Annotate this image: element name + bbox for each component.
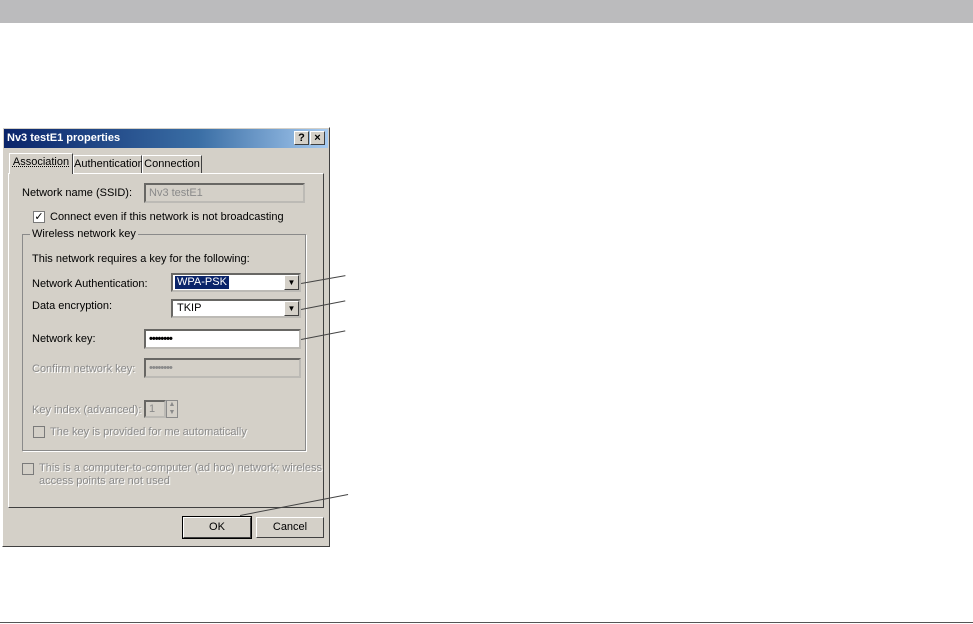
help-button[interactable]: ?	[294, 131, 309, 145]
tab-connection[interactable]: Connection	[142, 155, 202, 173]
auth-select[interactable]: WPA-PSK ▼	[171, 273, 301, 292]
auth-select-value: WPA-PSK	[175, 276, 229, 289]
ok-button[interactable]: OK	[182, 516, 252, 539]
requires-key-text: This network requires a key for the foll…	[32, 253, 250, 265]
key-index-spinner: ▲ ▼	[166, 400, 178, 418]
ssid-label: Network name (SSID):	[22, 187, 133, 199]
key-index-label: Key index (advanced):	[32, 404, 142, 416]
encryption-select[interactable]: TKIP ▼	[171, 299, 301, 318]
encryption-label: Data encryption:	[32, 300, 113, 312]
confirm-key-input: ••••••••	[144, 358, 301, 378]
broadcast-checkbox[interactable]: ✓	[33, 211, 45, 223]
confirm-key-label: Confirm network key:	[32, 363, 136, 375]
encryption-select-value: TKIP	[177, 302, 202, 314]
adhoc-checkbox	[22, 463, 34, 475]
tab-association[interactable]: Association	[9, 153, 73, 174]
chevron-down-icon[interactable]: ▼	[284, 275, 299, 290]
cancel-button[interactable]: Cancel	[256, 517, 324, 538]
adhoc-label-line1: This is a computer-to-computer (ad hoc) …	[39, 462, 323, 474]
chevron-down-icon[interactable]: ▼	[284, 301, 299, 316]
spin-up-icon: ▲	[168, 401, 176, 408]
adhoc-label-line2: access points are not used	[39, 475, 170, 487]
title-bar[interactable]: Nv3 testE1 properties ? ×	[4, 129, 328, 148]
network-key-input[interactable]: ••••••••	[144, 329, 301, 349]
header-bar	[0, 0, 973, 23]
bottom-rule	[0, 622, 973, 623]
ssid-field: Nv3 testE1	[144, 183, 305, 203]
spin-down-icon: ▼	[168, 409, 176, 416]
dialog-title: Nv3 testE1 properties	[7, 132, 121, 144]
close-button[interactable]: ×	[310, 131, 325, 145]
wireless-key-group-title: Wireless network key	[30, 228, 138, 240]
broadcast-checkbox-label[interactable]: Connect even if this network is not broa…	[50, 211, 284, 223]
auto-key-label: The key is provided for me automatically	[50, 426, 247, 438]
network-key-label: Network key:	[32, 333, 96, 345]
key-index-input: 1	[144, 400, 166, 418]
tab-authentication[interactable]: Authentication	[73, 155, 144, 173]
auto-key-checkbox	[33, 426, 45, 438]
auth-label: Network Authentication:	[32, 278, 148, 290]
